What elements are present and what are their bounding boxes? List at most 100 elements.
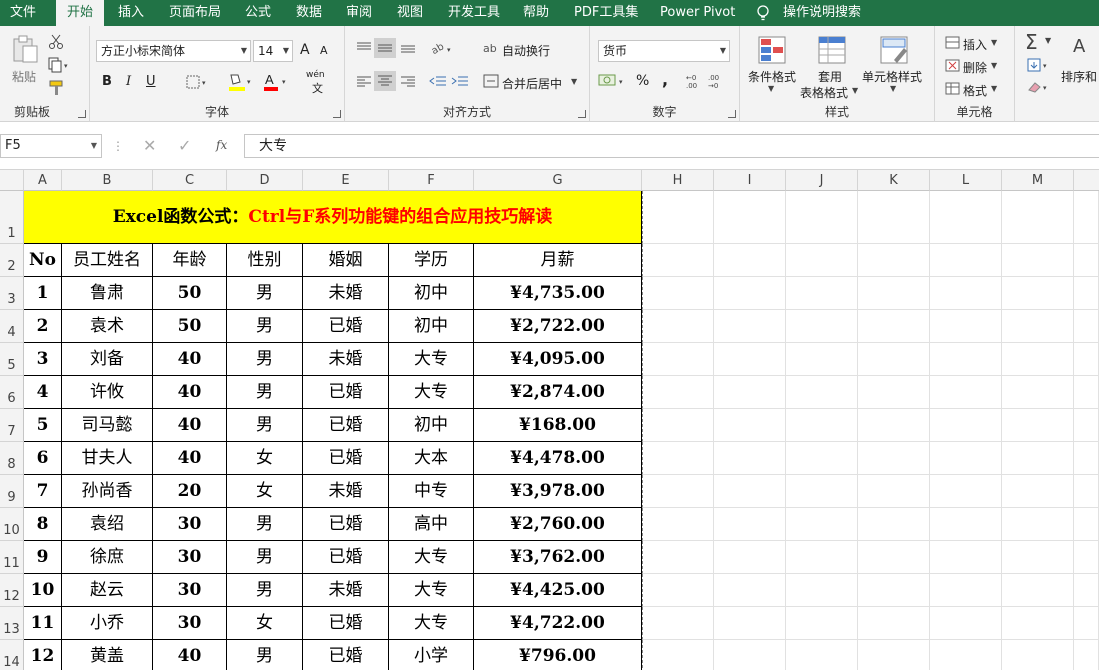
tab-insert[interactable]: 插入: [118, 0, 144, 26]
empty-cell[interactable]: [858, 475, 930, 508]
table-cell[interactable]: 50: [153, 277, 227, 310]
empty-cell[interactable]: [858, 574, 930, 607]
empty-cell[interactable]: [930, 409, 1002, 442]
table-cell[interactable]: 大专: [389, 574, 474, 607]
delete-cells-icon[interactable]: [945, 59, 961, 76]
table-cell[interactable]: 1: [24, 277, 62, 310]
cell-styles-button[interactable]: 单元格样式: [862, 68, 922, 85]
empty-cell[interactable]: [714, 244, 786, 277]
column-header-d[interactable]: D: [227, 170, 303, 191]
table-cell[interactable]: ¥4,425.00: [474, 574, 642, 607]
table-cell[interactable]: 9: [24, 541, 62, 574]
conditional-format-icon[interactable]: [758, 36, 786, 67]
table-cell[interactable]: 40: [153, 343, 227, 376]
table-cell[interactable]: 未婚: [303, 343, 389, 376]
empty-cell[interactable]: [858, 277, 930, 310]
column-header-n[interactable]: [1074, 170, 1099, 191]
select-all-corner[interactable]: [0, 170, 24, 191]
empty-cell[interactable]: [1002, 277, 1074, 310]
empty-cell[interactable]: [930, 640, 1002, 670]
tab-review[interactable]: 审阅: [346, 0, 372, 26]
format-as-table-label-1[interactable]: 套用: [818, 68, 842, 85]
increase-indent-icon[interactable]: [451, 74, 469, 91]
table-cell[interactable]: 女: [227, 475, 303, 508]
row-header-6[interactable]: 6: [0, 376, 24, 409]
empty-cell[interactable]: [858, 343, 930, 376]
enter-icon[interactable]: ✓: [178, 136, 191, 155]
table-cell[interactable]: ¥4,095.00: [474, 343, 642, 376]
table-cell[interactable]: 6: [24, 442, 62, 475]
row-header-5[interactable]: 5: [0, 343, 24, 376]
table-cell[interactable]: 大专: [389, 541, 474, 574]
empty-cell[interactable]: [714, 343, 786, 376]
table-cell[interactable]: 女: [227, 607, 303, 640]
tab-file[interactable]: 文件: [10, 0, 36, 26]
empty-cell[interactable]: [858, 409, 930, 442]
empty-cell[interactable]: [858, 541, 930, 574]
table-cell[interactable]: 孙尚香: [62, 475, 153, 508]
table-cell[interactable]: ¥3,978.00: [474, 475, 642, 508]
empty-cell[interactable]: [786, 574, 858, 607]
empty-cell[interactable]: [858, 640, 930, 670]
format-cells-button[interactable]: 格式: [963, 82, 987, 99]
empty-cell[interactable]: [642, 442, 714, 475]
table-cell[interactable]: 男: [227, 376, 303, 409]
empty-cell[interactable]: [642, 376, 714, 409]
table-header-4[interactable]: 婚姻: [303, 244, 389, 277]
row-header-11[interactable]: 11: [0, 541, 24, 574]
empty-cell[interactable]: [714, 409, 786, 442]
table-cell[interactable]: 已婚: [303, 376, 389, 409]
align-middle-icon[interactable]: [374, 38, 396, 58]
tab-home[interactable]: 开始: [56, 0, 105, 26]
column-header-e[interactable]: E: [303, 170, 389, 191]
empty-cell[interactable]: [930, 277, 1002, 310]
column-header-b[interactable]: B: [62, 170, 153, 191]
tab-developer[interactable]: 开发工具: [448, 0, 500, 26]
empty-cell[interactable]: [1002, 607, 1074, 640]
table-header-5[interactable]: 学历: [389, 244, 474, 277]
format-dropdown-icon[interactable]: ▼: [991, 84, 997, 93]
empty-cell[interactable]: [1074, 640, 1099, 670]
table-cell[interactable]: ¥2,722.00: [474, 310, 642, 343]
empty-cell[interactable]: [1002, 310, 1074, 343]
empty-cell[interactable]: [642, 475, 714, 508]
decrease-decimal-icon[interactable]: .00 →0: [708, 72, 728, 93]
column-header-m[interactable]: M: [1002, 170, 1074, 191]
empty-cell[interactable]: [786, 475, 858, 508]
table-cell[interactable]: 男: [227, 640, 303, 670]
empty-cell[interactable]: [642, 191, 714, 244]
table-cell[interactable]: 大专: [389, 343, 474, 376]
row-header-2[interactable]: 2: [0, 244, 24, 277]
sort-filter-button[interactable]: 排序和: [1061, 68, 1097, 85]
align-left-icon[interactable]: [355, 74, 373, 91]
autosum-dropdown-icon[interactable]: ▼: [1045, 36, 1051, 45]
insert-cells-icon[interactable]: [945, 36, 961, 53]
empty-cell[interactable]: [1002, 640, 1074, 670]
empty-cell[interactable]: [714, 508, 786, 541]
row-header-3[interactable]: 3: [0, 277, 24, 310]
table-cell[interactable]: 小学: [389, 640, 474, 670]
italic-button[interactable]: I: [126, 74, 131, 89]
table-cell[interactable]: 40: [153, 409, 227, 442]
empty-cell[interactable]: [930, 191, 1002, 244]
table-cell[interactable]: 已婚: [303, 607, 389, 640]
empty-cell[interactable]: [714, 607, 786, 640]
empty-cell[interactable]: [786, 343, 858, 376]
row-header-8[interactable]: 8: [0, 442, 24, 475]
tab-pdf-tools[interactable]: PDF工具集: [574, 0, 638, 26]
font-name-select[interactable]: 方正小标宋简体 ▼: [96, 40, 251, 62]
empty-cell[interactable]: [642, 508, 714, 541]
empty-cell[interactable]: [714, 277, 786, 310]
empty-cell[interactable]: [714, 442, 786, 475]
table-cell[interactable]: 已婚: [303, 640, 389, 670]
table-cell[interactable]: 40: [153, 376, 227, 409]
table-cell[interactable]: 已婚: [303, 310, 389, 343]
shrink-font-button[interactable]: A: [320, 44, 328, 57]
empty-cell[interactable]: [642, 541, 714, 574]
table-cell[interactable]: 已婚: [303, 508, 389, 541]
align-center-icon[interactable]: [374, 71, 396, 91]
empty-cell[interactable]: [786, 376, 858, 409]
format-as-table-dropdown-icon[interactable]: ▼: [852, 86, 858, 95]
table-cell[interactable]: 未婚: [303, 475, 389, 508]
empty-cell[interactable]: [1002, 343, 1074, 376]
